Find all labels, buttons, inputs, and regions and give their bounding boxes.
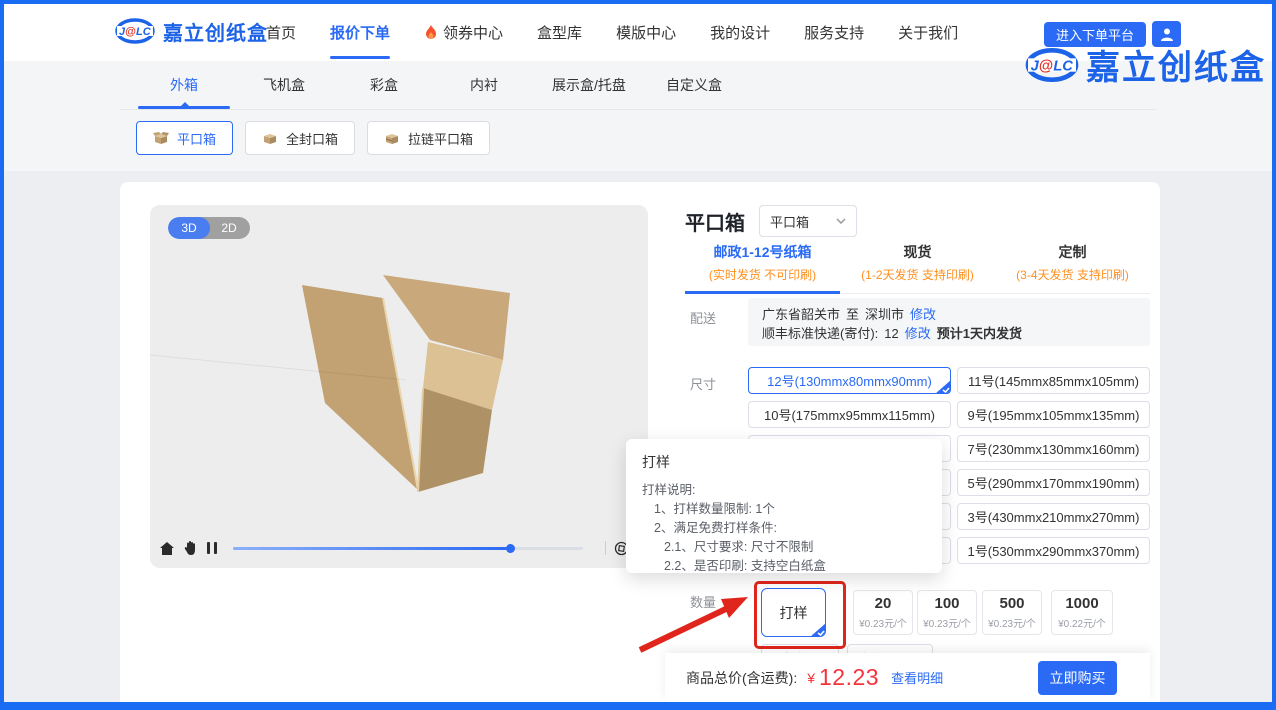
buy-now-button[interactable]: 立即购买 xyxy=(1038,661,1117,695)
tab-color-box[interactable]: 彩盒 xyxy=(334,75,434,109)
total-price-label: 商品总价(含运费): xyxy=(686,668,797,688)
supply-tabs: 邮政1-12号纸箱 (实时发货 不可印刷) 现货 (1-2天发货 支持印刷) 定… xyxy=(685,242,1150,294)
tab-postal-boxes[interactable]: 邮政1-12号纸箱 (实时发货 不可印刷) xyxy=(685,242,840,283)
summary-bar: 商品总价(含运费): ¥ 12.23 查看明细 立即购买 xyxy=(665,653,1150,702)
preview-viewer[interactable]: 3D 2D xyxy=(150,205,648,568)
route-from: 广东省韶关市 xyxy=(762,305,840,324)
nav-box-library[interactable]: 盒型库 xyxy=(537,22,582,43)
box-icon xyxy=(153,131,169,145)
nav-my-designs[interactable]: 我的设计 xyxy=(710,22,770,43)
toggle-3d[interactable]: 3D xyxy=(168,217,210,239)
size-option-10[interactable]: 10号(175mmx95mmx115mm) xyxy=(748,401,951,428)
route-to: 深圳市 xyxy=(865,305,904,324)
sample-tooltip: 打样 打样说明: 1、打样数量限制: 1个 2、满足免费打样条件: 2.1、尺寸… xyxy=(626,439,942,573)
quantity-label: 数量 xyxy=(690,592,716,611)
delivery-label: 配送 xyxy=(690,308,716,327)
tooltip-title: 打样 xyxy=(642,452,926,472)
modify-express-link[interactable]: 修改 xyxy=(905,324,931,343)
tooltip-line: 打样说明: xyxy=(642,481,926,500)
route-word: 至 xyxy=(846,305,859,324)
tooltip-line: 2.1、尺寸要求: 尺寸不限制 xyxy=(642,538,926,557)
size-option-3[interactable]: 3号(430mmx210mmx270mm) xyxy=(957,503,1150,530)
size-option-12[interactable]: 12号(130mmx80mmx90mm) xyxy=(748,367,951,394)
svg-text:@: @ xyxy=(1039,58,1053,74)
express-name: 顺丰标准快递(寄付): xyxy=(762,324,878,343)
selected-check-icon xyxy=(810,623,826,637)
subtype-full-seal-box-button[interactable]: 全封口箱 xyxy=(245,121,355,155)
tab-mailer-box[interactable]: 飞机盒 xyxy=(234,75,334,109)
chevron-down-icon xyxy=(836,218,846,224)
total-amount: 12.23 xyxy=(819,664,879,691)
reset-view-icon[interactable] xyxy=(160,542,174,555)
nav-quote-order[interactable]: 报价下单 xyxy=(330,22,390,43)
qty-option-500[interactable]: 500 ¥0.23元/个 xyxy=(982,590,1042,635)
delivery-info-box: 广东省韶关市 至 深圳市 修改 顺丰标准快递(寄付): 12 修改 预计1天内发… xyxy=(748,298,1150,346)
tab-custom-made[interactable]: 定制 (3-4天发货 支持印刷) xyxy=(995,242,1150,283)
size-label: 尺寸 xyxy=(690,374,716,393)
tab-outer-box[interactable]: 外箱 xyxy=(134,75,234,109)
flame-icon xyxy=(424,25,438,41)
tab-custom-box[interactable]: 自定义盒 xyxy=(644,75,744,109)
brand-watermark: J @ LC 嘉立创纸盒 xyxy=(1024,40,1266,89)
controls-divider xyxy=(605,541,606,555)
modify-address-link[interactable]: 修改 xyxy=(910,305,936,324)
tooltip-line: 1、打样数量限制: 1个 xyxy=(642,500,926,519)
nav-support[interactable]: 服务支持 xyxy=(804,22,864,43)
main-nav: 首页 报价下单 领券中心 盒型库 模版中心 我的设计 服务支持 关于我们 xyxy=(266,4,958,61)
size-option-11[interactable]: 11号(145mmx85mmx105mm) xyxy=(957,367,1150,394)
tab-display-tray[interactable]: 展示盒/托盘 xyxy=(534,75,644,109)
nav-coupon-center[interactable]: 领券中心 xyxy=(424,22,503,43)
subtype-buttons: 平口箱 全封口箱 拉链平口箱 xyxy=(136,121,490,155)
nav-about-us[interactable]: 关于我们 xyxy=(898,22,958,43)
currency-symbol: ¥ xyxy=(807,670,815,686)
pause-icon[interactable] xyxy=(207,542,217,554)
brand-watermark-text: 嘉立创纸盒 xyxy=(1086,40,1266,89)
slider-knob[interactable] xyxy=(506,544,515,553)
qty-option-100[interactable]: 100 ¥0.23元/个 xyxy=(917,590,977,635)
svg-text:LC: LC xyxy=(136,26,152,38)
box-type-select[interactable]: 平口箱 xyxy=(759,205,857,237)
box-icon xyxy=(384,131,400,145)
selected-check-icon xyxy=(935,380,951,394)
tab-insert[interactable]: 内衬 xyxy=(434,75,534,109)
svg-text:@: @ xyxy=(125,26,136,38)
slider-fill xyxy=(233,547,510,550)
qty-option-1000[interactable]: 1000 ¥0.22元/个 xyxy=(1051,590,1113,635)
site-logo[interactable]: J @ LC 嘉立创纸盒 xyxy=(115,16,268,46)
sample-quantity-button[interactable]: 打样 xyxy=(761,588,826,637)
jlc-watermark-icon: J @ LC xyxy=(1024,45,1080,85)
tooltip-line: 2、满足免费打样条件: xyxy=(642,519,926,538)
subtype-zipper-flat-box-button[interactable]: 拉链平口箱 xyxy=(367,121,490,155)
jlc-logo-icon: J @ LC xyxy=(115,16,155,46)
box-3d-render xyxy=(150,205,648,568)
svg-text:LC: LC xyxy=(1053,58,1073,74)
tooltip-line: 2.2、是否印刷: 支持空白纸盒 xyxy=(642,557,926,576)
subtype-flat-box-button[interactable]: 平口箱 xyxy=(136,121,233,155)
rotation-slider[interactable] xyxy=(233,547,583,550)
express-fee: 12 xyxy=(884,324,898,343)
pan-hand-icon[interactable] xyxy=(184,541,197,555)
size-option-7[interactable]: 7号(230mmx130mmx160mm) xyxy=(957,435,1150,462)
category-tabs: 外箱 飞机盒 彩盒 内衬 展示盒/托盘 自定义盒 xyxy=(134,75,744,109)
tab-in-stock[interactable]: 现货 (1-2天发货 支持印刷) xyxy=(840,242,995,283)
delivery-eta: 预计1天内发货 xyxy=(937,324,1022,343)
product-title: 平口箱 xyxy=(685,207,745,236)
box-icon xyxy=(262,131,278,145)
tabs-divider xyxy=(120,109,1156,110)
site-logo-text: 嘉立创纸盒 xyxy=(163,17,268,46)
nav-home[interactable]: 首页 xyxy=(266,22,296,43)
nav-template-center[interactable]: 模版中心 xyxy=(616,22,676,43)
view-detail-link[interactable]: 查看明细 xyxy=(891,668,943,687)
size-option-5[interactable]: 5号(290mmx170mmx190mm) xyxy=(957,469,1150,496)
viewer-controls xyxy=(150,536,648,560)
qty-option-20[interactable]: 20 ¥0.23元/个 xyxy=(853,590,913,635)
size-option-1[interactable]: 1号(530mmx290mmx370mm) xyxy=(957,537,1150,564)
size-option-9[interactable]: 9号(195mmx105mmx135mm) xyxy=(957,401,1150,428)
